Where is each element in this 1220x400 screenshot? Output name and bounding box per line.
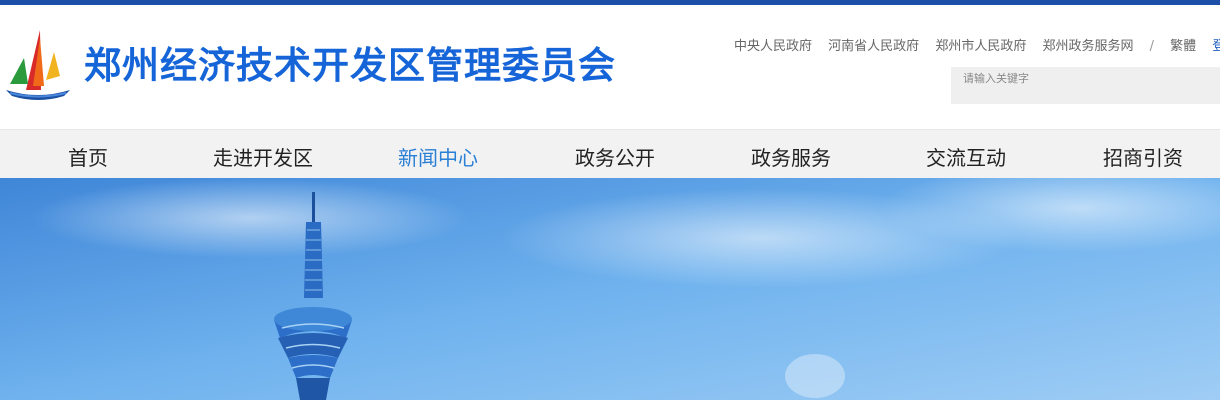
top-accent-bar bbox=[0, 0, 1220, 5]
hero-banner[interactable] bbox=[0, 178, 1220, 400]
link-central-gov[interactable]: 中央人民政府 bbox=[734, 39, 812, 54]
nav-item-interaction[interactable]: 交流互动 bbox=[926, 142, 1006, 171]
search-input[interactable] bbox=[961, 71, 1205, 86]
main-nav: 首页 走进开发区 新闻中心 政务公开 政务服务 交流互动 招商引资 bbox=[0, 129, 1220, 179]
link-zhengzhou-gov[interactable]: 郑州市人民政府 bbox=[935, 39, 1026, 54]
banner-image bbox=[0, 178, 1220, 400]
nav-item-investment[interactable]: 招商引资 bbox=[1103, 142, 1183, 171]
nav-item-news[interactable]: 新闻中心 bbox=[398, 142, 478, 171]
nav-item-about[interactable]: 走进开发区 bbox=[213, 142, 313, 171]
search-box bbox=[951, 67, 1220, 104]
top-links: 中央人民政府 河南省人民政府 郑州市人民政府 郑州政务服务网 / 繁體 登录 bbox=[734, 35, 1220, 54]
site-title[interactable]: 郑州经济技术开发区管理委员会 bbox=[84, 40, 616, 92]
sailboat-logo-icon[interactable] bbox=[4, 28, 72, 100]
link-zhengzhou-service[interactable]: 郑州政务服务网 bbox=[1042, 39, 1133, 54]
login-link[interactable]: 登录 bbox=[1212, 39, 1220, 54]
nav-item-home[interactable]: 首页 bbox=[68, 142, 108, 171]
nav-item-gov-services[interactable]: 政务服务 bbox=[751, 142, 831, 171]
traditional-chinese-link[interactable]: 繁體 bbox=[1170, 39, 1196, 54]
nav-item-gov-affairs[interactable]: 政务公开 bbox=[575, 142, 655, 171]
link-henan-gov[interactable]: 河南省人民政府 bbox=[828, 39, 919, 54]
link-separator: / bbox=[1149, 39, 1155, 54]
